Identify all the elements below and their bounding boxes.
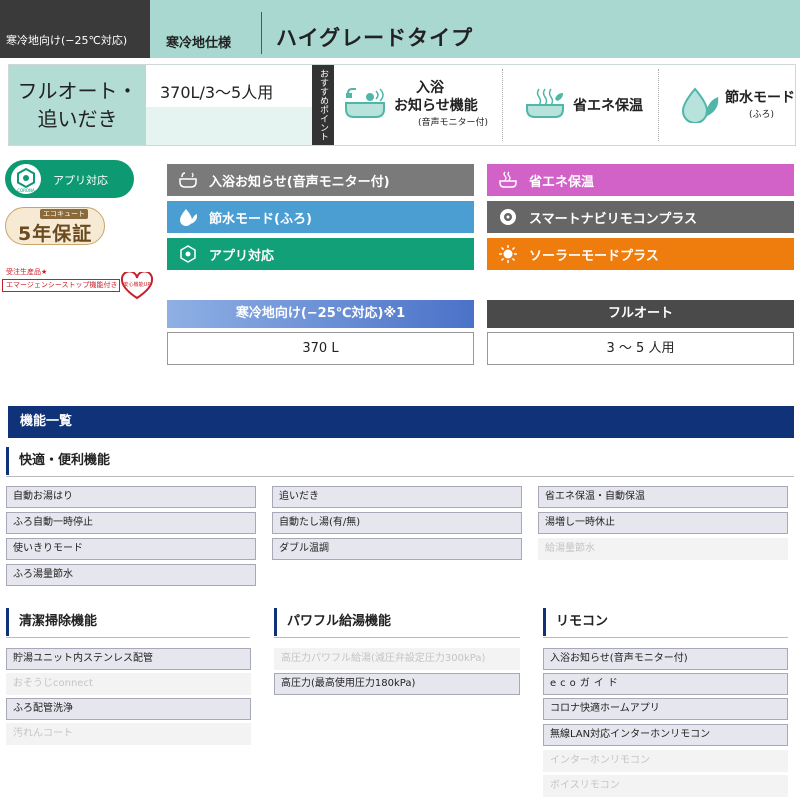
capacity-lower-band — [146, 107, 312, 145]
section-powerful-title: パワフル給湯機能 — [274, 608, 391, 636]
feature-button-label: 省エネ保温 — [529, 174, 595, 190]
section-divider — [274, 637, 520, 638]
section-remote-title: リモコン — [543, 608, 608, 636]
feature-note: (ふろ) — [749, 110, 775, 120]
cold-region-tag: 寒冷地向け(−25℃対応) — [0, 0, 150, 58]
remote-icon — [499, 208, 517, 226]
header-subtitle: 寒冷地仕様 — [166, 36, 232, 51]
list-item: ダブル温調 — [272, 538, 522, 560]
feature-bath-notify: 入浴 お知らせ機能 (音声モニター付) — [334, 65, 502, 145]
spec-capacity-value: 370 L — [167, 332, 474, 365]
section-divider — [6, 637, 250, 638]
product-summary: フルオート・ 追いだき 370L/3〜5人用 おすすめポイント 入浴 お知らせ機… — [8, 64, 796, 146]
list-item: 貯湯ユニット内ステンレス配管 — [6, 648, 251, 670]
eco-bath-icon — [526, 88, 564, 118]
list-item-disabled: インターホンリモコン — [543, 750, 788, 772]
section-divider — [543, 637, 788, 638]
list-item: 省エネ保温・自動保温 — [538, 486, 788, 508]
feature-button-app[interactable]: アプリ対応 — [167, 238, 474, 270]
section-cleaning-title: 清潔掃除機能 — [6, 608, 97, 636]
feature-button-solar[interactable]: ソーラーモードプラス — [487, 238, 794, 270]
list-item: ふろ自動一時停止 — [6, 512, 256, 534]
feature-button-label: スマートナビリモコンプラス — [529, 211, 697, 227]
list-item: 使いきりモード — [6, 538, 256, 560]
list-item: 追いだき — [272, 486, 522, 508]
warranty-label: エコキュート — [40, 209, 88, 219]
app-badge-label: アプリ対応 — [53, 174, 108, 187]
capacity-text: 370L/3〜5人用 — [160, 83, 274, 102]
water-drop-leaf-icon — [681, 87, 719, 123]
sun-icon — [499, 245, 517, 263]
list-item: 入浴お知らせ(音声モニター付) — [543, 648, 788, 670]
recommend-label: おすすめポイント — [312, 65, 334, 145]
made-to-order-label: 受注生産品★ — [6, 268, 48, 276]
list-item: 自動たし湯(有/無) — [272, 512, 522, 534]
feature-button-bath-notify[interactable]: 入浴お知らせ(音声モニター付) — [167, 164, 474, 196]
spec-region-header: 寒冷地向け(−25℃対応)※1 — [167, 300, 474, 328]
section-comfort-title: 快適・便利機能 — [6, 447, 110, 475]
product-type-line2: 追いだき — [37, 107, 118, 131]
list-item-disabled: おそうじconnect — [6, 673, 251, 695]
function-list-title: 機能一覧 — [8, 406, 794, 438]
list-item: ecoガイド — [543, 673, 788, 695]
list-item-disabled: 高圧力パワフル給湯(減圧弁設定圧力300kPa) — [274, 648, 520, 670]
feature-button-eco-warm[interactable]: 省エネ保温 — [487, 164, 794, 196]
spec-people-value: 3 〜 5 人用 — [487, 332, 794, 365]
warranty-years: 5年保証 — [18, 223, 93, 245]
water-saving-icon — [179, 208, 197, 226]
header-bar: 寒冷地向け(−25℃対応) 寒冷地仕様 ハイグレードタイプ — [0, 0, 800, 58]
app-icon — [179, 245, 197, 263]
list-item: コロナ快適ホームアプリ — [543, 698, 788, 720]
page-title: ハイグレードタイプ — [276, 26, 474, 50]
feature-line1: 入浴 — [416, 80, 444, 96]
spec-type-header: フルオート — [487, 300, 794, 328]
app-compatible-badge: CORONA アプリ対応 — [5, 160, 134, 198]
product-capacity: 370L/3〜5人用 — [146, 65, 312, 145]
feature-water-saving: 節水モード (ふろ) — [659, 65, 797, 145]
feature-line2: お知らせ機能 — [394, 98, 478, 114]
emergency-stop-label: エマージェンシーストップ機能付き — [2, 279, 120, 292]
feature-button-water-saving[interactable]: 節水モード(ふろ) — [167, 201, 474, 233]
list-item: ふろ湯量節水 — [6, 564, 256, 586]
feature-button-smart-remote[interactable]: スマートナビリモコンプラス — [487, 201, 794, 233]
corona-logo-text: CORONA — [17, 188, 35, 193]
product-type: フルオート・ 追いだき — [9, 65, 146, 145]
feature-button-label: 節水モード(ふろ) — [209, 211, 312, 227]
feature-line1: 省エネ保温 — [573, 98, 643, 114]
list-item: 湯増し一時休止 — [538, 512, 788, 534]
feature-note: (音声モニター付) — [418, 118, 489, 128]
list-item-disabled: 汚れんコート — [6, 723, 251, 745]
list-item: 無線LAN対応インターホンリモコン — [543, 724, 788, 746]
feature-button-label: アプリ対応 — [209, 248, 275, 264]
list-item: 自動お湯はり — [6, 486, 256, 508]
feature-eco-warm: 省エネ保温 — [503, 65, 658, 145]
feature-button-label: 入浴お知らせ(音声モニター付) — [209, 174, 390, 190]
header-divider — [261, 12, 262, 54]
list-item: 高圧力(最高使用圧力180kPa) — [274, 673, 520, 695]
corona-logo: CORONA — [11, 164, 41, 194]
list-item-disabled: 給湯量節水 — [538, 538, 788, 560]
list-item: ふろ配管洗浄 — [6, 698, 251, 720]
heart-icon: 安心機能UP — [121, 272, 153, 300]
feature-line1: 節水モード — [725, 90, 795, 106]
eco-warm-icon — [499, 171, 517, 189]
list-item-disabled: ボイスリモコン — [543, 775, 788, 797]
corona-app-icon: CORONA — [17, 167, 35, 193]
bath-notify-icon — [179, 171, 197, 189]
feature-button-label: ソーラーモードプラス — [529, 248, 659, 264]
product-type-line1: フルオート・ — [17, 79, 138, 103]
warranty-badge: エコキュート 5年保証 — [5, 207, 105, 245]
section-divider — [6, 476, 794, 477]
bath-icon — [345, 88, 385, 118]
heart-label: 安心機能UP — [124, 281, 151, 288]
